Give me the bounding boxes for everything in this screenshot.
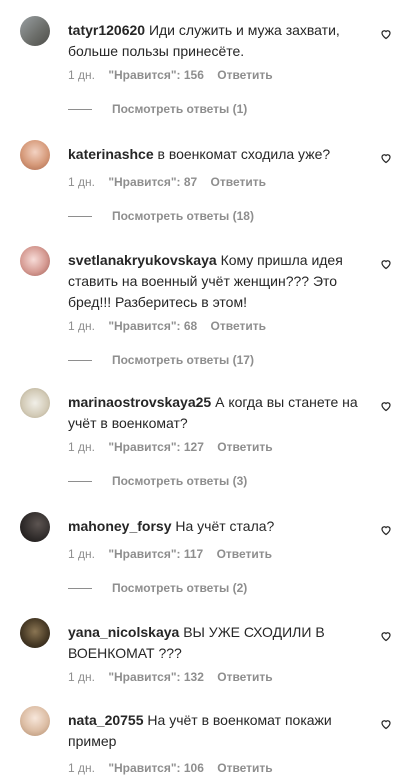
reply-button[interactable]: Ответить (217, 440, 272, 454)
comment-meta: 1 дн. "Нравится": 68 Ответить (68, 319, 276, 333)
comment-body: katerinashce в военкомат сходила уже? (68, 144, 366, 165)
comment-likes[interactable]: "Нравится": 132 (108, 670, 204, 684)
replies-divider (68, 480, 92, 482)
comment-meta: 1 дн. "Нравится": 132 Ответить (68, 670, 283, 684)
comment-body: tatyr120620 Иди служить и мужа захвати, … (68, 20, 366, 62)
comment-meta: 1 дн. "Нравится": 87 Ответить (68, 175, 276, 189)
comment-time[interactable]: 1 дн. (68, 68, 95, 82)
avatar-photo (20, 512, 50, 542)
avatar-photo (20, 388, 50, 418)
comment-username[interactable]: katerinashce (68, 146, 154, 162)
avatar[interactable] (20, 706, 50, 736)
reply-button[interactable]: Ответить (217, 547, 272, 561)
view-replies-button[interactable]: Посмотреть ответы (1) (68, 102, 247, 116)
comment-username[interactable]: mahoney_forsy (68, 518, 171, 534)
view-replies-label: Посмотреть ответы (1) (112, 102, 248, 116)
like-button[interactable] (380, 524, 392, 536)
reply-button[interactable]: Ответить (211, 175, 266, 189)
heart-outline-icon (381, 260, 391, 270)
comment-time[interactable]: 1 дн. (68, 761, 95, 775)
like-button[interactable] (380, 28, 392, 40)
avatar-photo (20, 246, 50, 276)
avatar[interactable] (20, 512, 50, 542)
comment-likes[interactable]: "Нравится": 117 (108, 547, 203, 561)
like-button[interactable] (380, 718, 392, 730)
avatar[interactable] (20, 618, 50, 648)
view-replies-label: Посмотреть ответы (2) (112, 581, 248, 595)
avatar[interactable] (20, 140, 50, 170)
comment-username[interactable]: marinaostrovskaya25 (68, 394, 211, 410)
comment-username[interactable]: tatyr120620 (68, 22, 145, 38)
avatar-photo (20, 618, 50, 648)
view-replies-button[interactable]: Посмотреть ответы (17) (68, 353, 254, 367)
view-replies-label: Посмотреть ответы (3) (112, 474, 248, 488)
comment-body: mahoney_forsy На учёт стала? (68, 516, 366, 537)
like-button[interactable] (380, 152, 392, 164)
reply-button[interactable]: Ответить (211, 319, 266, 333)
comment-likes[interactable]: "Нравится": 127 (108, 440, 204, 454)
heart-outline-icon (381, 720, 391, 730)
reply-button[interactable]: Ответить (217, 68, 272, 82)
heart-outline-icon (381, 632, 391, 642)
reply-button[interactable]: Ответить (217, 761, 272, 775)
comment-likes[interactable]: "Нравится": 106 (108, 761, 204, 775)
avatar-photo (20, 706, 50, 736)
view-replies-button[interactable]: Посмотреть ответы (3) (68, 474, 247, 488)
comment-likes[interactable]: "Нравится": 68 (108, 319, 197, 333)
comment-time[interactable]: 1 дн. (68, 175, 95, 189)
view-replies-button[interactable]: Посмотреть ответы (2) (68, 581, 247, 595)
comment-body: nata_20755 На учёт в военкомат покажи пр… (68, 710, 366, 752)
comment-username[interactable]: svetlanakryukovskaya (68, 252, 217, 268)
replies-divider (68, 215, 92, 217)
replies-divider (68, 359, 92, 361)
comment-text: в военкомат сходила уже? (157, 146, 331, 162)
view-replies-button[interactable]: Посмотреть ответы (18) (68, 209, 254, 223)
replies-divider (68, 587, 92, 589)
comment-time[interactable]: 1 дн. (68, 440, 95, 454)
heart-outline-icon (381, 30, 391, 40)
comment-time[interactable]: 1 дн. (68, 319, 95, 333)
replies-divider (68, 108, 92, 110)
comment-text: На учёт стала? (175, 518, 275, 534)
comment-body: svetlanakryukovskaya Кому пришла идея ст… (68, 250, 366, 313)
heart-outline-icon (381, 154, 391, 164)
heart-outline-icon (381, 526, 391, 536)
like-button[interactable] (380, 400, 392, 412)
avatar[interactable] (20, 388, 50, 418)
heart-outline-icon (381, 402, 391, 412)
reply-button[interactable]: Ответить (217, 670, 272, 684)
avatar[interactable] (20, 246, 50, 276)
avatar-photo (20, 16, 50, 46)
comment-body: yana_nicolskaya ВЫ УЖЕ СХОДИЛИ В ВОЕНКОМ… (68, 622, 366, 664)
comment-meta: 1 дн. "Нравится": 117 Ответить (68, 547, 282, 561)
comment-meta: 1 дн. "Нравится": 106 Ответить (68, 761, 283, 775)
avatar[interactable] (20, 16, 50, 46)
comment-meta: 1 дн. "Нравится": 127 Ответить (68, 440, 283, 454)
avatar-photo (20, 140, 50, 170)
comment-time[interactable]: 1 дн. (68, 547, 95, 561)
comment-likes[interactable]: "Нравится": 156 (108, 68, 204, 82)
comment-likes[interactable]: "Нравится": 87 (108, 175, 197, 189)
comment-body: marinaostrovskaya25 А когда вы станете н… (68, 392, 366, 434)
view-replies-label: Посмотреть ответы (17) (112, 353, 254, 367)
comment-time[interactable]: 1 дн. (68, 670, 95, 684)
view-replies-label: Посмотреть ответы (18) (112, 209, 254, 223)
comment-username[interactable]: yana_nicolskaya (68, 624, 179, 640)
like-button[interactable] (380, 630, 392, 642)
like-button[interactable] (380, 258, 392, 270)
comment-username[interactable]: nata_20755 (68, 712, 144, 728)
comment-meta: 1 дн. "Нравится": 156 Ответить (68, 68, 283, 82)
